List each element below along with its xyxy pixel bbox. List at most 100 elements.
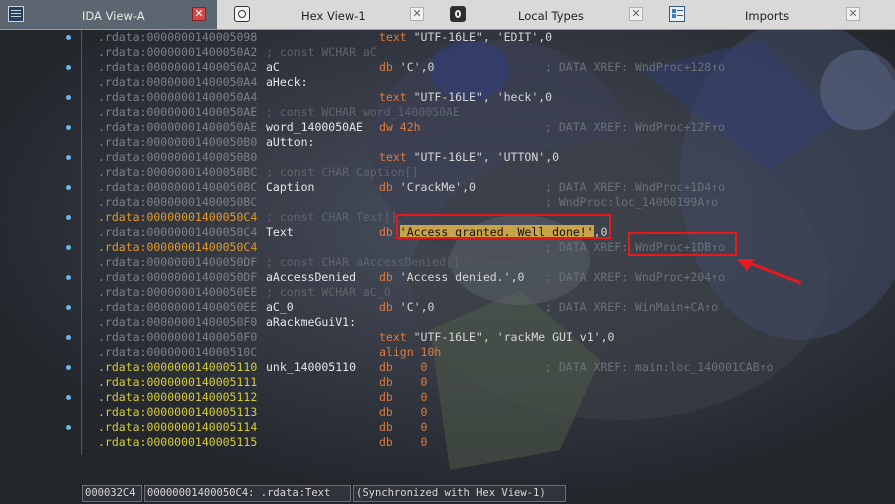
row-address[interactable]: .rdata:00000001400050C4 <box>98 210 257 225</box>
tab-ida-view-a[interactable]: IDA View-A ✕ <box>0 0 217 29</box>
row-label[interactable]: aC_0 <box>266 300 294 315</box>
row-xref[interactable]: ; DATA XREF: WinMain+CA↑o <box>545 300 718 315</box>
row-comment: ; const WCHAR aC_0 <box>266 285 391 299</box>
row-xref[interactable]: ; DATA XREF: WndProc+128↑o <box>545 60 725 75</box>
bullet-dot <box>66 65 71 70</box>
row-xref[interactable]: ; DATA XREF: WndProc+1D4↑o <box>545 180 725 195</box>
row-xref[interactable]: ; DATA XREF: WndProc+12F↑o <box>545 120 725 135</box>
bullet-dot <box>66 335 71 340</box>
row-address[interactable]: .rdata:00000001400050A2 <box>98 60 257 75</box>
row-address[interactable]: .rdata:00000001400050EE <box>98 300 257 315</box>
row-address[interactable]: .rdata:00000001400050A2 <box>98 45 257 60</box>
row-address[interactable]: .rdata:00000001400050C4 <box>98 225 257 240</box>
row-label[interactable]: aUtton: <box>266 135 314 150</box>
disassembly-view[interactable]: .rdata:0000000140005098 text "UTF-16LE", … <box>0 30 895 504</box>
row-instruction[interactable]: text "UTF-16LE", 'UTTON',0 <box>379 150 559 165</box>
close-icon[interactable]: ✕ <box>192 7 206 21</box>
row-instruction[interactable]: db 'CrackMe',0 <box>379 180 476 195</box>
bullet-dot <box>66 245 71 250</box>
row-address[interactable]: .rdata:000000014000510C <box>98 345 257 360</box>
row-instruction[interactable]: db 0 <box>379 375 427 390</box>
row-instruction[interactable]: text "UTF-16LE", 'heck',0 <box>379 90 552 105</box>
row-address[interactable]: .rdata:00000001400050DF <box>98 270 257 285</box>
highlight-box-xref <box>628 232 737 256</box>
row-address[interactable]: .rdata:00000001400050F0 <box>98 315 257 330</box>
row-comment: ; const CHAR Text[] <box>266 210 398 224</box>
row-instruction[interactable]: dw 42h <box>379 120 421 135</box>
row-address[interactable]: .rdata:00000001400050EE <box>98 285 257 300</box>
graph-gutter <box>0 30 82 504</box>
instruction-string: "UTF-16LE", 'UTTON' <box>413 150 546 164</box>
row-label[interactable]: aAccessDenied <box>266 270 356 285</box>
row-address[interactable]: .rdata:00000001400050F0 <box>98 330 257 345</box>
row-instruction[interactable]: db 'C',0 <box>379 60 434 75</box>
row-address[interactable]: .rdata:00000001400050AE <box>98 120 257 135</box>
tab-label: Local Types <box>518 9 584 23</box>
row-xref[interactable]: ; WndProc:loc_14000199A↑o <box>545 195 718 210</box>
row-address[interactable]: .rdata:00000001400050BC <box>98 195 257 210</box>
row-instruction[interactable]: text "UTF-16LE", 'EDIT',0 <box>379 30 552 45</box>
row-label[interactable]: word_1400050AE <box>266 120 363 135</box>
row-address[interactable]: .rdata:00000001400050B0 <box>98 135 257 150</box>
row-label[interactable]: Caption <box>266 180 314 195</box>
row-address[interactable]: .rdata:00000001400050DF <box>98 255 257 270</box>
row-address[interactable]: .rdata:0000000140005111 <box>98 375 257 390</box>
tab-label: Hex View-1 <box>301 9 366 23</box>
row-address[interactable]: .rdata:00000001400050BC <box>98 180 257 195</box>
row-address[interactable]: .rdata:0000000140005113 <box>98 405 257 420</box>
status-sync: (Synchronized with Hex View-1) <box>353 485 566 502</box>
instruction-terminator: ,0 <box>420 300 435 314</box>
gutter-separator <box>81 30 82 455</box>
tab-local-types[interactable]: Local Types ✕ <box>442 0 652 29</box>
instruction-string: 'Access denied.' <box>399 270 511 284</box>
row-instruction[interactable]: db 0 <box>379 435 427 450</box>
instruction-number: 0 <box>420 375 428 389</box>
local-types-icon <box>450 6 466 22</box>
row-label[interactable]: unk_140005110 <box>266 360 356 375</box>
row-address[interactable]: .rdata:0000000140005098 <box>98 30 257 45</box>
row-instruction[interactable]: db 0 <box>379 360 427 375</box>
instruction-mnemonic: db <box>379 360 421 374</box>
row-address[interactable]: .rdata:0000000140005115 <box>98 435 257 450</box>
close-icon[interactable]: ✕ <box>629 7 643 21</box>
tab-label: IDA View-A <box>82 9 145 23</box>
tab-hex-view-1[interactable]: Hex View-1 ✕ <box>226 0 436 29</box>
bullet-dot <box>66 425 71 430</box>
row-address[interactable]: .rdata:0000000140005112 <box>98 390 257 405</box>
row-address[interactable]: .rdata:00000001400050A4 <box>98 90 257 105</box>
instruction-string: 'C' <box>399 60 421 74</box>
instruction-terminator: ,0 <box>538 30 553 44</box>
instruction-number: 0 <box>420 435 428 449</box>
red-arrow-annotation <box>737 259 802 285</box>
row-instruction[interactable]: db 0 <box>379 405 427 420</box>
close-icon[interactable]: ✕ <box>410 7 424 21</box>
row-label[interactable]: aHeck: <box>266 75 308 90</box>
row-instruction[interactable]: db 'Access denied.',0 <box>379 270 524 285</box>
instruction-string: 'CrackMe' <box>399 180 463 194</box>
row-instruction[interactable]: db 'C',0 <box>379 300 434 315</box>
row-address[interactable]: .rdata:00000001400050BC <box>98 165 257 180</box>
close-icon[interactable]: ✕ <box>846 7 860 21</box>
row-instruction[interactable]: db 0 <box>379 420 427 435</box>
instruction-mnemonic: db <box>379 180 400 194</box>
row-instruction[interactable]: text "UTF-16LE", 'rackMe GUI v1',0 <box>379 330 614 345</box>
row-xref[interactable]: ; DATA XREF: WndProc+204↑o <box>545 270 725 285</box>
row-label[interactable]: Text <box>266 225 294 240</box>
row-instruction[interactable]: align 10h <box>379 345 441 360</box>
instruction-number: 42h <box>399 120 421 134</box>
hex-view-icon <box>234 6 250 22</box>
bullet-dot <box>66 95 71 100</box>
row-instruction[interactable]: db 0 <box>379 390 427 405</box>
row-address[interactable]: .rdata:0000000140005114 <box>98 420 257 435</box>
row-label[interactable]: aC <box>266 60 280 75</box>
row-address[interactable]: .rdata:00000001400050C4 <box>98 240 257 255</box>
row-xref[interactable]: ; DATA XREF: main:loc_140001CAB↑o <box>545 360 773 375</box>
tab-imports[interactable]: Imports ✕ <box>661 0 871 29</box>
row-address[interactable]: .rdata:00000001400050B0 <box>98 150 257 165</box>
row-address[interactable]: .rdata:00000001400050A4 <box>98 75 257 90</box>
row-label[interactable]: aRackmeGuiV1: <box>266 315 356 330</box>
row-address[interactable]: .rdata:0000000140005110 <box>98 360 257 375</box>
row-comment: ; const CHAR Caption[] <box>266 165 419 179</box>
row-address[interactable]: .rdata:00000001400050AE <box>98 105 257 120</box>
instruction-terminator: ,0 <box>462 180 476 194</box>
